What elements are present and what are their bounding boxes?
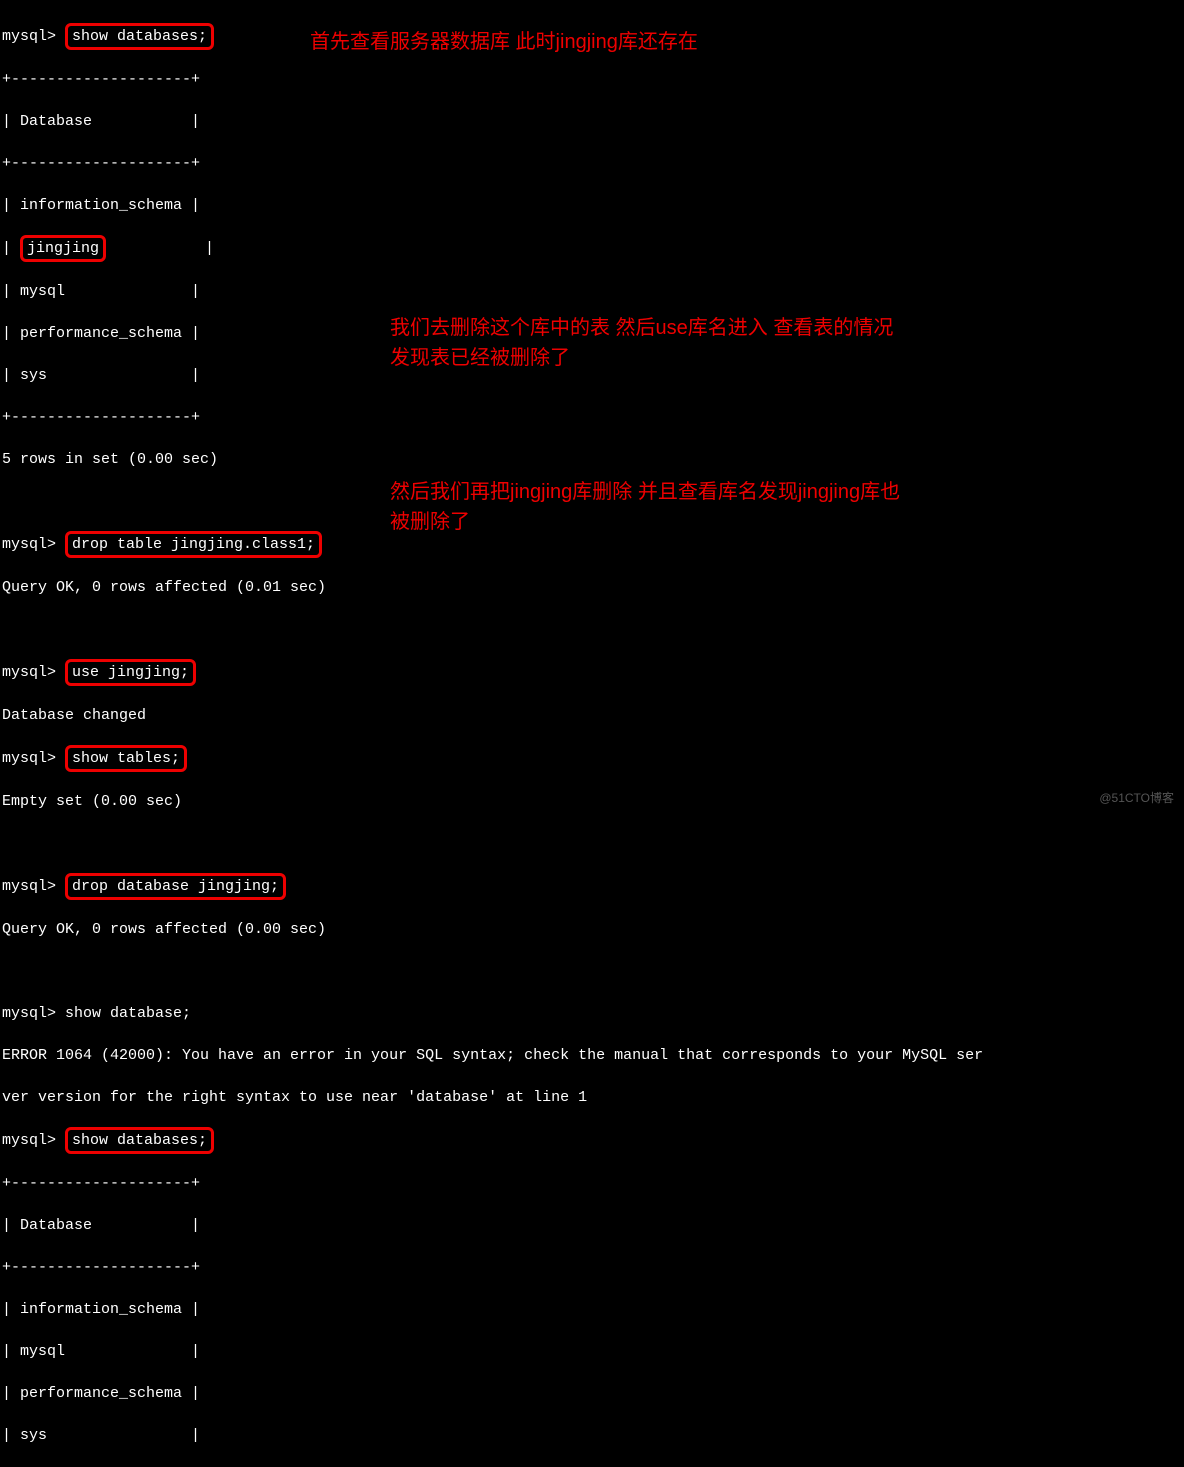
table-separator: +--------------------+ <box>2 1257 1182 1278</box>
table-separator: +--------------------+ <box>2 1173 1182 1194</box>
prompt: mysql> <box>2 536 65 553</box>
table-row: | jingjing | <box>2 237 1182 260</box>
table-row: | information_schema | <box>2 1299 1182 1320</box>
result-empty: Empty set (0.00 sec) <box>2 791 1182 812</box>
prompt: mysql> <box>2 1132 65 1149</box>
annotation-2b: 发现表已经被删除了 <box>390 344 570 372</box>
cmd-show-database-error: show database; <box>65 1005 191 1022</box>
result-ok: Query OK, 0 rows affected (0.01 sec) <box>2 577 1182 598</box>
error-line: ver version for the right syntax to use … <box>2 1087 1182 1108</box>
table-separator: +--------------------+ <box>2 407 1182 428</box>
prompt: mysql> <box>2 28 65 45</box>
table-row: | performance_schema | <box>2 1383 1182 1404</box>
prompt: mysql> <box>2 878 65 895</box>
result-rows: 5 rows in set (0.00 sec) <box>2 449 1182 470</box>
table-row: | sys | <box>2 365 1182 386</box>
watermark: @51CTO博客 <box>1099 790 1174 807</box>
table-row: | mysql | <box>2 281 1182 302</box>
result-db-changed: Database changed <box>2 705 1182 726</box>
prompt: mysql> <box>2 664 65 681</box>
terminal-output: mysql> show databases; +----------------… <box>2 4 1182 1467</box>
prompt: mysql> <box>2 750 65 767</box>
error-line: ERROR 1064 (42000): You have an error in… <box>2 1045 1182 1066</box>
table-header: | Database | <box>2 111 1182 132</box>
table-row: | mysql | <box>2 1341 1182 1362</box>
cmd-show-tables: show tables; <box>65 745 187 772</box>
cmd-show-databases-1: show databases; <box>65 23 214 50</box>
cmd-show-databases-2: show databases; <box>65 1127 214 1154</box>
prompt: mysql> <box>2 1005 65 1022</box>
annotation-1: 首先查看服务器数据库 此时jingjing库还存在 <box>310 28 698 56</box>
annotation-2a: 我们去删除这个库中的表 然后use库名进入 查看表的情况 <box>390 314 893 342</box>
annotation-3b: 被删除了 <box>390 508 470 536</box>
cmd-drop-database: drop database jingjing; <box>65 873 286 900</box>
annotation-3a: 然后我们再把jingjing库删除 并且查看库名发现jingjing库也 <box>390 478 900 506</box>
cmd-use-db: use jingjing; <box>65 659 196 686</box>
db-jingjing-highlighted: jingjing <box>20 235 106 262</box>
table-row: | sys | <box>2 1425 1182 1446</box>
result-ok: Query OK, 0 rows affected (0.00 sec) <box>2 919 1182 940</box>
table-header: | Database | <box>2 1215 1182 1236</box>
table-separator: +--------------------+ <box>2 69 1182 90</box>
table-separator: +--------------------+ <box>2 153 1182 174</box>
table-row: | information_schema | <box>2 195 1182 216</box>
cmd-drop-table: drop table jingjing.class1; <box>65 531 322 558</box>
